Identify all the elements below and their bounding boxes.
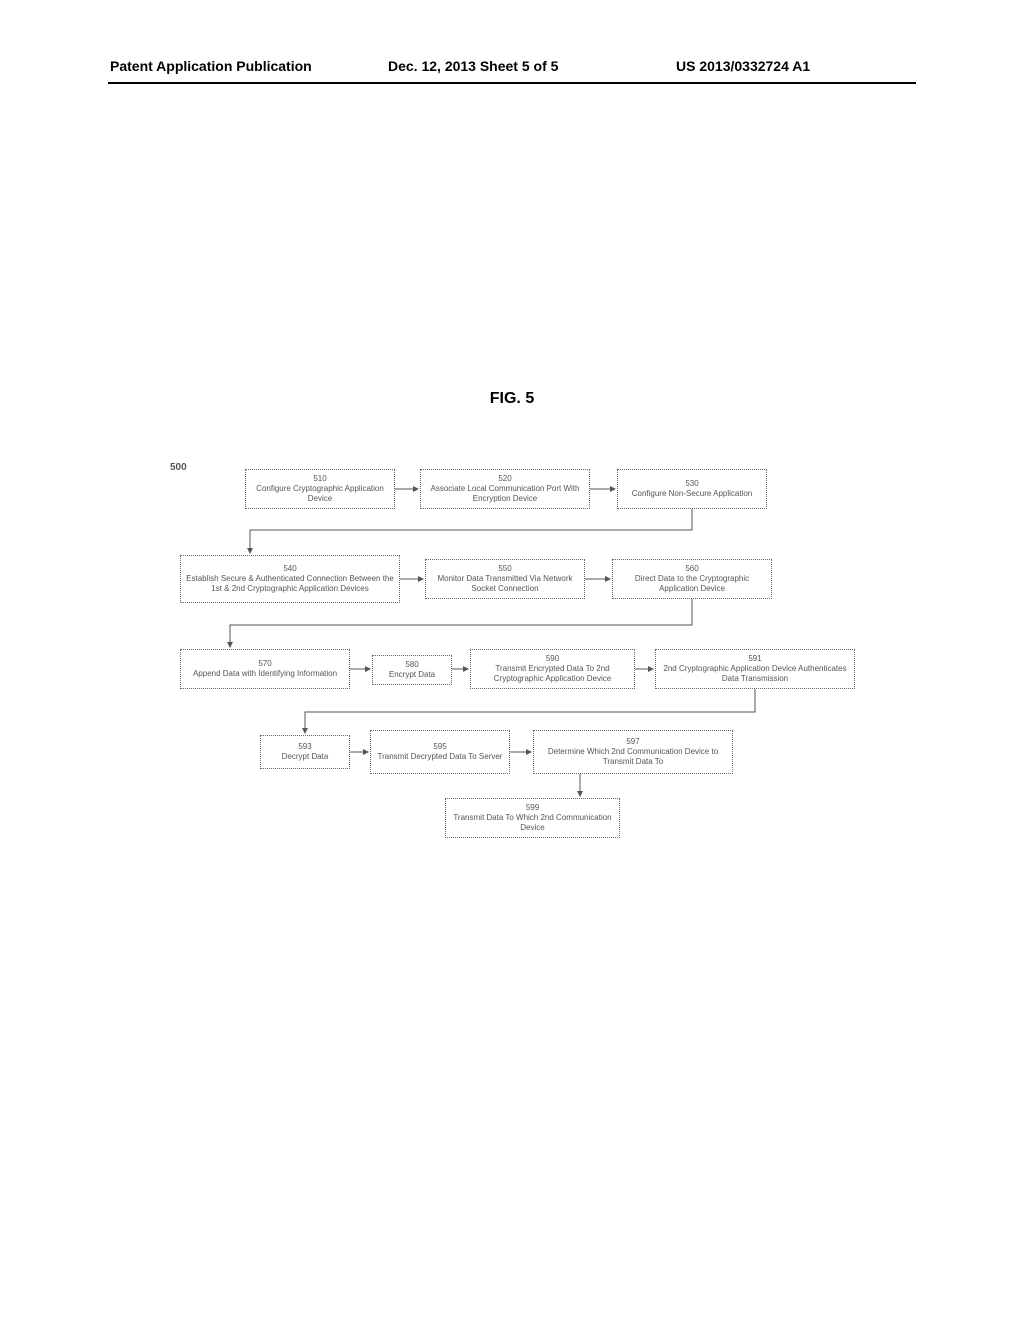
box-599-num: 599 xyxy=(450,803,615,813)
box-591-num: 591 xyxy=(660,654,850,664)
box-530: 530 Configure Non-Secure Application xyxy=(617,469,767,509)
page: Patent Application Publication Dec. 12, … xyxy=(0,0,1024,1320)
box-560-num: 560 xyxy=(617,564,767,574)
box-540: 540 Establish Secure & Authenticated Con… xyxy=(180,555,400,603)
box-590-num: 590 xyxy=(475,654,630,664)
box-597-num: 597 xyxy=(538,737,728,747)
box-550: 550 Monitor Data Transmitted Via Network… xyxy=(425,559,585,599)
box-560: 560 Direct Data to the Cryptographic App… xyxy=(612,559,772,599)
box-599: 599 Transmit Data To Which 2nd Communica… xyxy=(445,798,620,838)
box-530-num: 530 xyxy=(622,479,762,489)
box-510: 510 Configure Cryptographic Application … xyxy=(245,469,395,509)
box-591-text: 2nd Cryptographic Application Device Aut… xyxy=(660,664,850,684)
box-570-num: 570 xyxy=(185,659,345,669)
box-540-num: 540 xyxy=(185,564,395,574)
box-595-num: 595 xyxy=(375,742,505,752)
box-540-text: Establish Secure & Authenticated Connect… xyxy=(185,574,395,594)
header-left: Patent Application Publication xyxy=(110,58,312,74)
box-593-num: 593 xyxy=(265,742,345,752)
box-550-num: 550 xyxy=(430,564,580,574)
header-rule xyxy=(108,82,916,84)
box-570: 570 Append Data with Identifying Informa… xyxy=(180,649,350,689)
box-590: 590 Transmit Encrypted Data To 2nd Crypt… xyxy=(470,649,635,689)
box-510-text: Configure Cryptographic Application Devi… xyxy=(250,484,390,504)
box-590-text: Transmit Encrypted Data To 2nd Cryptogra… xyxy=(475,664,630,684)
box-595: 595 Transmit Decrypted Data To Server xyxy=(370,730,510,774)
box-520-num: 520 xyxy=(425,474,585,484)
flow-arrows xyxy=(0,0,1024,1200)
box-520-text: Associate Local Communication Port With … xyxy=(425,484,585,504)
box-580-text: Encrypt Data xyxy=(377,670,447,680)
box-593-text: Decrypt Data xyxy=(265,752,345,762)
box-599-text: Transmit Data To Which 2nd Communication… xyxy=(450,813,615,833)
figure-title: FIG. 5 xyxy=(0,390,1024,408)
box-591: 591 2nd Cryptographic Application Device… xyxy=(655,649,855,689)
box-597-text: Determine Which 2nd Communication Device… xyxy=(538,747,728,767)
box-580: 580 Encrypt Data xyxy=(372,655,452,685)
box-595-text: Transmit Decrypted Data To Server xyxy=(375,752,505,762)
box-570-text: Append Data with Identifying Information xyxy=(185,669,345,679)
box-593: 593 Decrypt Data xyxy=(260,735,350,769)
box-597: 597 Determine Which 2nd Communication De… xyxy=(533,730,733,774)
header-middle: Dec. 12, 2013 Sheet 5 of 5 xyxy=(388,58,558,74)
box-580-num: 580 xyxy=(377,660,447,670)
box-530-text: Configure Non-Secure Application xyxy=(622,489,762,499)
box-520: 520 Associate Local Communication Port W… xyxy=(420,469,590,509)
box-510-num: 510 xyxy=(250,474,390,484)
box-550-text: Monitor Data Transmitted Via Network Soc… xyxy=(430,574,580,594)
box-560-text: Direct Data to the Cryptographic Applica… xyxy=(617,574,767,594)
header-right: US 2013/0332724 A1 xyxy=(676,58,810,74)
figure-ref-number: 500 xyxy=(170,462,187,473)
